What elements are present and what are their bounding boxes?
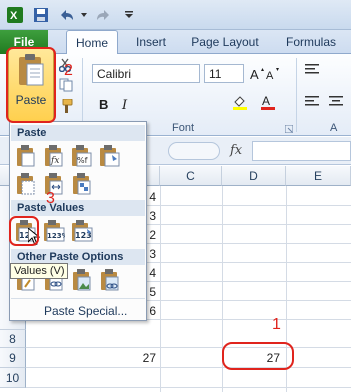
- dialog-launcher-icon[interactable]: [284, 124, 294, 134]
- paste-section-header: Paste: [11, 125, 145, 141]
- menu-divider: [11, 298, 145, 299]
- alignment-group-label: A: [330, 122, 338, 134]
- column-header-c[interactable]: C: [160, 166, 222, 186]
- values-tooltip: Values (V): [10, 263, 68, 279]
- paste-formulas-icon[interactable]: fx: [42, 144, 66, 168]
- annotation-3: 3: [46, 190, 55, 207]
- font-group-label: Font: [172, 122, 195, 134]
- paste-special-item[interactable]: Paste Special...: [44, 304, 127, 318]
- svg-text:%f: %f: [77, 156, 88, 165]
- picture-icon[interactable]: [70, 268, 94, 292]
- tab-page-layout[interactable]: Page Layout: [184, 30, 266, 54]
- svg-text:X: X: [10, 10, 18, 22]
- svg-text:I: I: [121, 98, 128, 111]
- svg-text:123%: 123%: [47, 232, 65, 240]
- tab-insert[interactable]: Insert: [126, 30, 176, 54]
- column-header-d[interactable]: D: [222, 166, 286, 186]
- excel-logo-icon: X: [6, 6, 24, 24]
- paste-formulas-number-format-icon[interactable]: %f: [70, 144, 94, 168]
- row-header-10[interactable]: 10: [0, 368, 26, 388]
- formula-buttons[interactable]: [168, 142, 220, 160]
- paste-icon[interactable]: [14, 144, 38, 168]
- format-painter-icon[interactable]: [58, 98, 74, 114]
- column-header-e[interactable]: E: [286, 166, 351, 186]
- svg-text:fx: fx: [50, 156, 59, 166]
- grow-font-icon[interactable]: A: [250, 66, 266, 82]
- italic-icon[interactable]: I: [118, 96, 134, 112]
- font-name-box[interactable]: Calibri: [92, 64, 200, 83]
- cell-b9[interactable]: 27: [120, 351, 156, 365]
- tab-formulas[interactable]: Formulas: [276, 30, 346, 54]
- save-icon[interactable]: [32, 6, 50, 24]
- highlight-paste-button: [6, 47, 56, 123]
- svg-text:B: B: [99, 97, 108, 111]
- font-size-box[interactable]: 11: [204, 64, 244, 83]
- copy-icon[interactable]: [58, 78, 74, 92]
- fill-color-icon[interactable]: [232, 94, 248, 110]
- keep-source-formatting-icon[interactable]: [98, 144, 122, 168]
- no-borders-icon[interactable]: [14, 172, 38, 196]
- align-left-icon[interactable]: [304, 94, 320, 110]
- row-header-8[interactable]: 8: [0, 330, 26, 348]
- align-top-icon[interactable]: [304, 62, 320, 78]
- paste-values-section-header: Paste Values: [11, 200, 145, 216]
- font-color-icon[interactable]: A: [260, 94, 276, 110]
- svg-text:A: A: [262, 94, 270, 108]
- bold-icon[interactable]: B: [96, 96, 112, 112]
- align-center-icon[interactable]: [328, 94, 344, 110]
- insert-function-icon[interactable]: fx: [230, 143, 242, 158]
- separator: [296, 58, 297, 132]
- title-bar: [0, 0, 351, 30]
- row-header-9[interactable]: 9: [0, 348, 26, 368]
- gridline: [160, 186, 161, 392]
- customize-toolbar-icon[interactable]: [124, 6, 134, 24]
- highlight-cell-d9: [222, 342, 294, 370]
- annotation-2: 2: [64, 62, 73, 79]
- undo-icon[interactable]: [56, 6, 78, 24]
- shrink-font-icon[interactable]: A: [266, 66, 282, 82]
- linked-picture-icon[interactable]: [98, 268, 122, 292]
- gridline: [26, 347, 351, 348]
- tab-home[interactable]: Home: [66, 30, 118, 55]
- transpose-icon[interactable]: [70, 172, 94, 196]
- paste-values-source-formatting-icon[interactable]: 123: [70, 219, 94, 243]
- formula-input[interactable]: [252, 141, 351, 161]
- gridline: [26, 367, 351, 368]
- annotation-1: 1: [272, 316, 281, 333]
- svg-text:A: A: [266, 70, 274, 81]
- svg-text:A: A: [250, 67, 259, 81]
- highlight-paste-values: [9, 216, 39, 246]
- paste-values-number-format-icon[interactable]: 123%: [42, 219, 66, 243]
- redo-icon[interactable]: [92, 6, 114, 24]
- gridline: [26, 387, 351, 388]
- undo-dropdown-icon[interactable]: [80, 6, 88, 24]
